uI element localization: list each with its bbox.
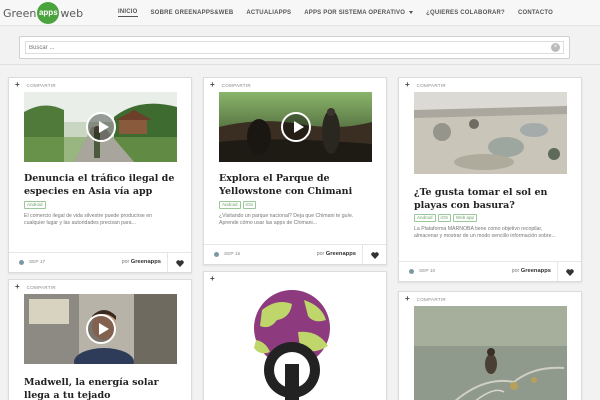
thumbnail-bird-image [414,306,567,400]
logo-text-right: web [60,6,84,20]
post-title[interactable]: Explora el Parque de Yellowstone con Chi… [219,172,374,198]
card-share-bar: + COMPARTIR [15,81,56,89]
logo-badge: apps [37,2,60,24]
post-card[interactable]: + COMPARTIR Madwell, la energía solar ll… [8,279,192,400]
nav-item-actualiapps[interactable]: ACTUALIAPPS [246,10,291,16]
tag-web-app[interactable]: Web app [453,214,477,222]
nav-item-inicio[interactable]: INICIO [118,9,138,17]
date-text: SEP 10 [419,269,436,274]
card-footer: SEP 15 por Greenapps [204,244,386,264]
divider [0,64,600,65]
share-label[interactable]: COMPARTIR [27,83,56,88]
card-footer: SEP 17 por Greenapps [9,252,191,272]
plus-icon[interactable]: + [210,275,215,283]
post-thumbnail[interactable] [414,306,567,400]
post-tags: Android iOS [219,201,258,209]
post-tags: Android [24,201,48,209]
search-bar: × [19,36,570,59]
logo-text-left: Green [3,6,37,20]
post-excerpt: ¿Visitando un parque nacional? Deja que … [219,213,354,226]
like-button[interactable] [167,253,191,272]
post-author: por Greenapps [317,251,356,257]
card-share-bar: + [210,275,222,283]
like-button[interactable] [362,245,386,264]
nav-item-colaborar[interactable]: ¿QUIERES COLABORAR? [426,10,505,16]
author-name[interactable]: Greenapps [131,259,161,265]
post-author: por Greenapps [122,259,161,265]
clock-icon [19,260,24,265]
post-card[interactable]: + COMPARTIR Denuncia el tráfico ilegal d… [8,77,192,273]
tag-ios[interactable]: iOS [242,201,257,209]
card-share-bar: + COMPARTIR [405,295,446,303]
post-card[interactable]: + COMPARTIR [398,291,582,400]
share-label[interactable]: COMPARTIR [222,83,251,88]
date-text: SEP 15 [224,252,241,257]
nav-item-apps-sistema[interactable]: APPS POR SISTEMA OPERATIVO [304,10,414,16]
tag-android[interactable]: Android [24,201,46,209]
card-share-bar: + COMPARTIR [405,81,446,89]
by-label: por [316,251,325,257]
nav-item-apps-sistema-label: APPS POR SISTEMA OPERATIVO [304,10,406,16]
nav-links: INICIO SOBRE GREENAPPS&WEB ACTUALIAPPS A… [118,0,566,26]
post-date: SEP 15 [214,252,240,257]
post-thumbnail[interactable] [24,294,177,364]
card-footer: SEP 10 por Greenapps [399,261,581,281]
by-label: por [511,268,520,274]
thumbnail-beach-image [414,92,567,174]
heart-icon [565,268,574,276]
plus-icon[interactable]: + [210,81,215,89]
heart-icon [175,259,184,267]
plus-icon[interactable]: + [15,81,20,89]
card-share-bar: + COMPARTIR [210,81,251,89]
post-date: SEP 17 [19,260,45,265]
globe-logo-image [254,290,330,400]
author-name[interactable]: Greenapps [326,251,356,257]
search-input[interactable] [25,41,564,54]
post-thumbnail[interactable] [414,92,567,174]
post-thumbnail[interactable] [242,290,342,400]
plus-icon[interactable]: + [15,283,20,291]
heart-icon [370,251,379,259]
tag-android[interactable]: Android [414,214,436,222]
clock-icon [214,252,219,257]
tag-ios[interactable]: iOS [437,214,452,222]
by-label: por [121,259,130,265]
share-label[interactable]: COMPARTIR [27,285,56,290]
post-card[interactable]: + COMPARTIR Explora el Parque de Yellows… [203,77,387,265]
like-button[interactable] [557,262,581,281]
site-logo[interactable]: Green apps web [3,2,84,24]
play-icon[interactable] [85,314,116,344]
post-thumbnail[interactable] [24,92,177,162]
share-label[interactable]: COMPARTIR [417,83,446,88]
date-text: SEP 17 [29,260,46,265]
post-card[interactable]: + [203,271,387,400]
post-card[interactable]: + COMPARTIR ¿Te gusta tomar el sol en pl… [398,77,582,282]
post-excerpt: La Plataforma MARNOBA tiene como objetiv… [414,226,556,239]
post-title[interactable]: Madwell, la energía solar llega a tu tej… [24,376,179,400]
chevron-down-icon [409,10,414,14]
play-icon[interactable] [280,112,311,142]
plus-icon[interactable]: + [405,295,410,303]
post-author: por Greenapps [512,268,551,274]
card-share-bar: + COMPARTIR [15,283,56,291]
share-label[interactable]: COMPARTIR [417,297,446,302]
post-title[interactable]: ¿Te gusta tomar el sol en playas con bas… [414,186,569,212]
clock-icon [409,269,414,274]
plus-icon[interactable]: + [405,81,410,89]
post-title[interactable]: Denuncia el tráfico ilegal de especies e… [24,172,179,198]
nav-item-contacto[interactable]: CONTACTO [518,10,553,16]
tag-android[interactable]: Android [219,201,241,209]
post-excerpt: El comercio ilegal de vida silvestre pue… [24,213,153,226]
top-navigation: Green apps web INICIO SOBRE GREENAPPS&WE… [0,0,600,26]
nav-item-sobre[interactable]: SOBRE GREENAPPS&WEB [151,10,234,16]
author-name[interactable]: Greenapps [521,268,551,274]
clear-icon[interactable]: × [551,43,560,52]
post-date: SEP 10 [409,269,435,274]
post-thumbnail[interactable] [219,92,372,162]
post-tags: Android iOS Web app [414,214,479,222]
play-icon[interactable] [85,112,116,142]
